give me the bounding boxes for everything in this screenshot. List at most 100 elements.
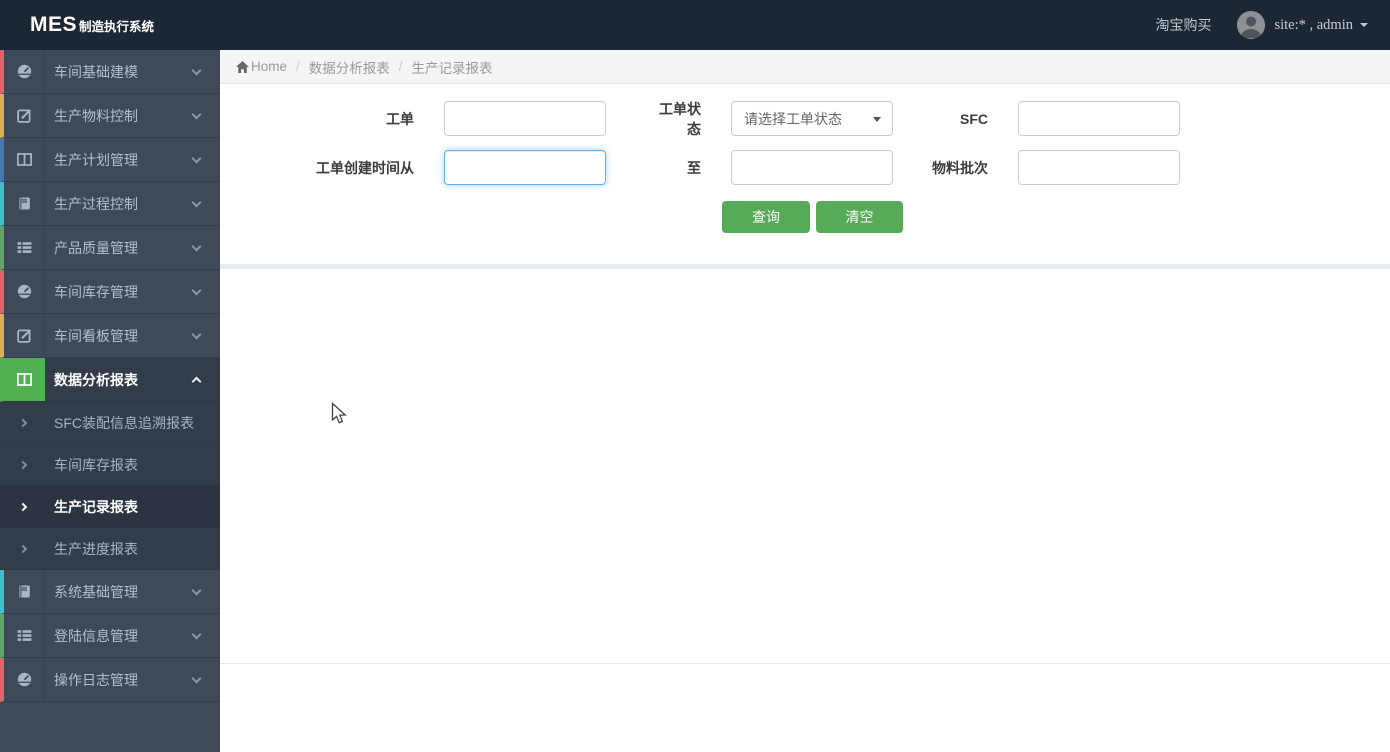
- sidebar-item-label: 系统基础管理: [54, 583, 138, 600]
- sidebar-item-workshop-basic-modeling[interactable]: 车间基础建模: [0, 50, 220, 94]
- chevron-down-icon: [191, 241, 202, 251]
- breadcrumb-home-link[interactable]: Home: [236, 59, 287, 74]
- dashboard-icon: [4, 270, 45, 313]
- results-panel-empty: [220, 269, 1390, 664]
- material-batch-input[interactable]: [1018, 150, 1180, 185]
- data-analysis-submenu: SFC装配信息追溯报表 车间库存报表 生产记录报表 生产进度报表: [0, 402, 220, 570]
- main-content: Home / 数据分析报表 / 生产记录报表 工单 工单状态 请选择工单状态 S…: [220, 50, 1390, 752]
- app-logo: MES 制造执行系统: [0, 13, 154, 37]
- order-label: 工单: [386, 110, 414, 127]
- chevron-right-icon: [0, 418, 45, 427]
- caret-down-icon: [1360, 23, 1368, 27]
- sidebar-item-label: 车间基础建模: [54, 63, 138, 80]
- form-buttons-row: 查询 清空: [722, 201, 1390, 233]
- chevron-down-icon: [191, 329, 202, 339]
- sidebar-item-label: 产品质量管理: [54, 239, 138, 256]
- created-from-input[interactable]: [444, 150, 606, 185]
- sidebar-item-product-quality-management[interactable]: 产品质量管理: [0, 226, 220, 270]
- breadcrumb: Home / 数据分析报表 / 生产记录报表: [220, 50, 1390, 84]
- sidebar-item-label: 数据分析报表: [54, 371, 138, 388]
- sidebar-item-data-analysis-reports[interactable]: 数据分析报表: [0, 358, 220, 402]
- app-root: MES 制造执行系统 淘宝购买 site:* , admin 车间基础建模 生产…: [0, 0, 1390, 752]
- columns-icon: [4, 358, 45, 401]
- chevron-down-icon: [191, 629, 202, 639]
- sidebar-subitem-label: 生产记录报表: [54, 498, 138, 515]
- sidebar-subitem-label: 生产进度报表: [54, 540, 138, 557]
- edit-icon: [4, 314, 45, 357]
- select-caret-down-icon: [873, 117, 881, 122]
- order-status-select[interactable]: 请选择工单状态: [731, 101, 893, 136]
- sidebar-subitem-label: 车间库存报表: [54, 456, 138, 473]
- chevron-right-icon: [0, 502, 45, 511]
- chevron-down-icon: [191, 109, 202, 119]
- chevron-up-icon: [191, 376, 202, 387]
- breadcrumb-current-page: 生产记录报表: [411, 60, 493, 76]
- chevron-right-icon: [0, 544, 45, 553]
- list-icon: [4, 226, 45, 269]
- order-status-label: 工单状态: [659, 100, 701, 137]
- logo-text-sub: 制造执行系统: [79, 20, 155, 34]
- sidebar-item-workshop-inventory-management[interactable]: 车间库存管理: [0, 270, 220, 314]
- chevron-down-icon: [191, 197, 202, 207]
- order-field-group: 工单: [284, 101, 606, 136]
- list-icon: [4, 614, 45, 657]
- created-to-input[interactable]: [731, 150, 893, 185]
- sidebar-item-system-basic-management[interactable]: 系统基础管理: [0, 570, 220, 614]
- dashboard-icon: [4, 658, 45, 701]
- form-row-1: 工单 工单状态 请选择工单状态 SFC: [284, 99, 1390, 139]
- sidebar-subitem-production-record-report[interactable]: 生产记录报表: [0, 486, 220, 528]
- material-batch-label: 物料批次: [932, 159, 988, 176]
- sidebar-item-label: 生产过程控制: [54, 195, 138, 212]
- sidebar-subitem-workshop-inventory-report[interactable]: 车间库存报表: [0, 444, 220, 486]
- search-form-panel: 工单 工单状态 请选择工单状态 SFC 工单创建时间从 至 物料批次 查询 清空: [220, 84, 1390, 264]
- columns-icon: [4, 138, 45, 181]
- sidebar-item-production-material-control[interactable]: 生产物料控制: [0, 94, 220, 138]
- person-icon: [1237, 11, 1266, 39]
- sidebar: 车间基础建模 生产物料控制 生产计划管理 生产过程控制 产品质量管理 车间库存管…: [0, 50, 220, 752]
- sidebar-item-production-process-control[interactable]: 生产过程控制: [0, 182, 220, 226]
- taobao-link[interactable]: 淘宝购买: [1155, 15, 1211, 35]
- material-batch-field-group: 物料批次: [928, 150, 1180, 185]
- sidebar-item-label: 车间库存管理: [54, 283, 138, 300]
- created-from-label: 工单创建时间从: [316, 159, 414, 176]
- chevron-down-icon: [191, 65, 202, 75]
- form-row-2: 工单创建时间从 至 物料批次: [284, 150, 1390, 185]
- query-button[interactable]: 查询: [722, 201, 810, 233]
- order-status-field-group: 工单状态 请选择工单状态: [646, 99, 893, 139]
- home-icon: [236, 60, 249, 73]
- user-avatar[interactable]: [1237, 11, 1266, 39]
- sfc-label: SFC: [960, 110, 988, 127]
- top-navbar: MES 制造执行系统 淘宝购买 site:* , admin: [0, 0, 1390, 50]
- sidebar-item-label: 生产物料控制: [54, 107, 138, 124]
- to-label: 至: [687, 159, 701, 176]
- sidebar-item-label: 登陆信息管理: [54, 627, 138, 644]
- sidebar-subitem-sfc-assembly-trace-report[interactable]: SFC装配信息追溯报表: [0, 402, 220, 444]
- navbar-right: 淘宝购买 site:* , admin: [1155, 0, 1368, 50]
- chevron-down-icon: [191, 673, 202, 683]
- logo-text-main: MES: [30, 13, 78, 36]
- sidebar-item-operation-log-management[interactable]: 操作日志管理: [0, 658, 220, 702]
- sidebar-item-label: 生产计划管理: [54, 151, 138, 168]
- sidebar-item-login-info-management[interactable]: 登陆信息管理: [0, 614, 220, 658]
- edit-icon: [4, 94, 45, 137]
- chevron-down-icon: [191, 153, 202, 163]
- user-dropdown[interactable]: site:* , admin: [1274, 17, 1368, 34]
- clear-button[interactable]: 清空: [816, 201, 903, 233]
- sfc-input[interactable]: [1018, 101, 1180, 136]
- sidebar-item-production-plan-management[interactable]: 生产计划管理: [0, 138, 220, 182]
- sidebar-item-label: 操作日志管理: [54, 671, 138, 688]
- dashboard-icon: [4, 50, 45, 93]
- user-label: site:* , admin: [1274, 16, 1353, 33]
- book-icon: [4, 182, 45, 225]
- sidebar-subitem-production-progress-report[interactable]: 生产进度报表: [0, 528, 220, 570]
- created-from-field-group: 工单创建时间从: [284, 150, 606, 185]
- order-input[interactable]: [444, 101, 606, 136]
- mouse-cursor: [331, 402, 347, 424]
- breadcrumb-data-analysis-link[interactable]: 数据分析报表: [309, 57, 390, 77]
- book-icon: [4, 570, 45, 613]
- sfc-field-group: SFC: [928, 101, 1180, 136]
- breadcrumb-separator: /: [296, 59, 300, 74]
- sidebar-item-workshop-kanban-management[interactable]: 车间看板管理: [0, 314, 220, 358]
- chevron-down-icon: [191, 585, 202, 595]
- order-status-selected-value: 请选择工单状态: [744, 110, 842, 127]
